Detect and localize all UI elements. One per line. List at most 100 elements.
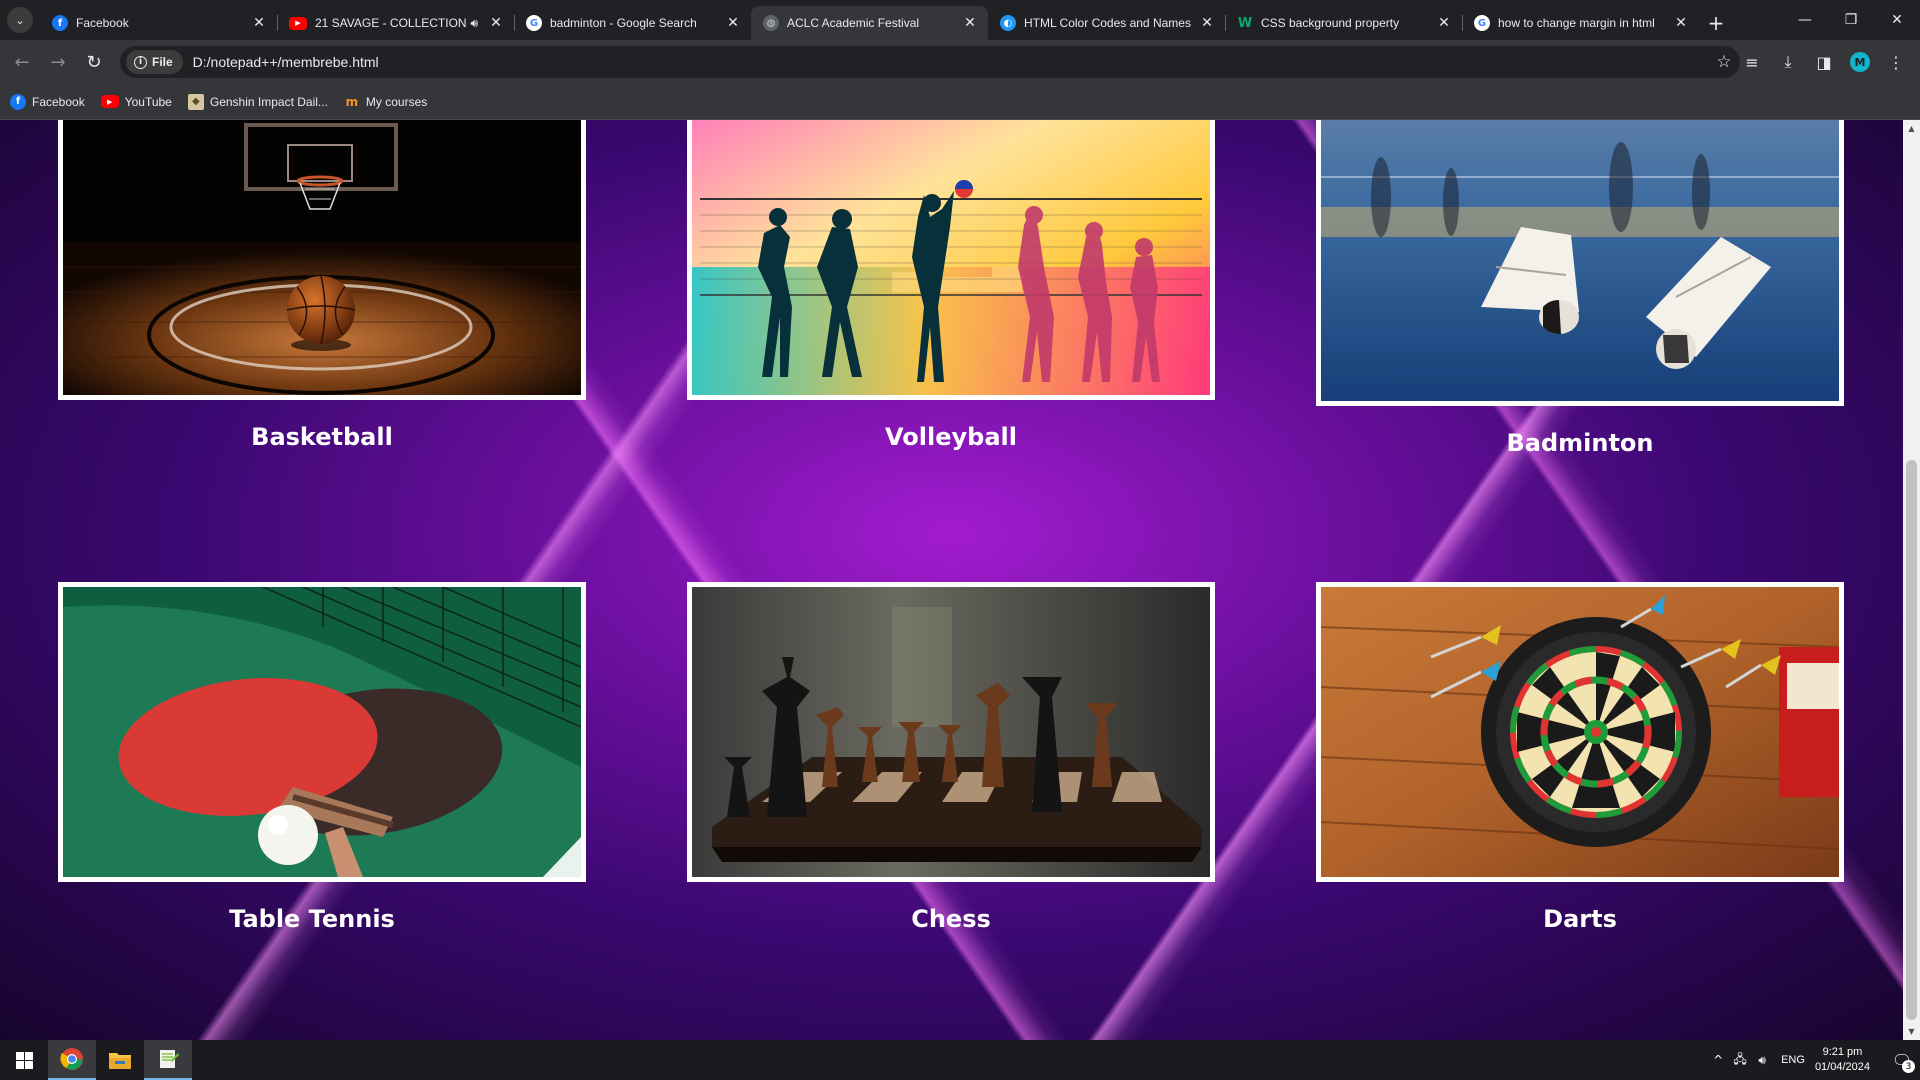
close-icon[interactable]: ✕ xyxy=(251,15,267,31)
close-icon[interactable]: ✕ xyxy=(1673,15,1689,31)
close-icon[interactable]: ✕ xyxy=(488,15,504,31)
speaker-icon[interactable]: 🔊︎ xyxy=(470,16,478,31)
network-icon[interactable]: 🖧︎ xyxy=(1729,1050,1751,1071)
clock-date: 01/04/2024 xyxy=(1814,1061,1870,1073)
back-button[interactable]: ← xyxy=(4,44,40,80)
sport-image-frame xyxy=(687,120,1215,400)
close-window-button[interactable]: ✕ xyxy=(1874,0,1920,40)
close-icon[interactable]: ✕ xyxy=(962,15,978,31)
media-controls-icon[interactable]: ≡ xyxy=(1734,44,1770,80)
html-colors-icon: ◐ xyxy=(1000,15,1016,31)
tab-title: CSS background property xyxy=(1261,16,1400,30)
bookmark-label: Genshin Impact Dail... xyxy=(209,94,328,109)
bookmark-youtube[interactable]: ▶ YouTube xyxy=(100,94,172,109)
notification-count: 3 xyxy=(1902,1060,1915,1073)
sport-name: Volleyball xyxy=(885,423,1017,451)
site-info-chip[interactable]: i File xyxy=(126,50,183,74)
tab-title: 21 SAVAGE - COLLECTION | xyxy=(315,16,471,30)
toolbar-actions: ≡ ⤓ ◨ M ⋮ xyxy=(1734,40,1920,84)
download-icon[interactable]: ⤓ xyxy=(1770,44,1806,80)
sport-name: Darts xyxy=(1543,905,1617,933)
scroll-up-arrow-icon[interactable]: ▲ xyxy=(1903,120,1920,137)
bookmark-my-courses[interactable]: m My courses xyxy=(344,94,428,110)
language-indicator[interactable]: ENG xyxy=(1781,1054,1805,1066)
sport-name: Badminton xyxy=(1506,429,1654,457)
avatar: M xyxy=(1850,52,1870,72)
tab-aclc-festival[interactable]: ◍ ACLC Academic Festival ✕ xyxy=(751,6,988,40)
minimize-button[interactable]: — xyxy=(1782,0,1828,40)
bookmark-label: My courses xyxy=(365,94,428,109)
tab-youtube[interactable]: ▶ 21 SAVAGE - COLLECTION | 🔊︎ ✕ xyxy=(277,6,514,40)
tab-google-margin[interactable]: G how to change margin in html ✕ xyxy=(1462,6,1699,40)
notification-center-button[interactable]: 🗨︎ 3 xyxy=(1884,1040,1920,1080)
bookmark-label: Facebook xyxy=(32,94,85,109)
side-panel-icon[interactable]: ◨ xyxy=(1806,44,1842,80)
bookmark-genshin[interactable]: ◆ Genshin Impact Dail... xyxy=(187,93,328,110)
forward-button[interactable]: → xyxy=(40,44,76,80)
tab-search-button[interactable]: ⌄ xyxy=(0,0,40,40)
volume-icon[interactable]: 🔊︎ xyxy=(1751,1053,1773,1068)
bookmark-label: YouTube xyxy=(124,94,172,109)
tabs: f Facebook ✕ ▶ 21 SAVAGE - COLLECTION | … xyxy=(40,6,1699,40)
chevron-down-icon: ⌄ xyxy=(7,7,33,33)
sport-image-frame xyxy=(687,582,1215,882)
sport-name: Basketball xyxy=(251,423,393,451)
clock[interactable]: 9:21 pm 01/04/2024 xyxy=(1815,1045,1870,1075)
close-icon[interactable]: ✕ xyxy=(1436,15,1452,31)
genshin-icon: ◆ xyxy=(187,93,204,110)
shuttlecocks-court-image xyxy=(1321,120,1839,401)
tab-css-background[interactable]: W CSS background property ✕ xyxy=(1225,6,1462,40)
tab-title: HTML Color Codes and Names xyxy=(1024,16,1191,30)
show-hidden-icons-chevron-icon[interactable]: ^ xyxy=(1707,1053,1729,1067)
menu-kebab-icon[interactable]: ⋮ xyxy=(1878,44,1914,80)
clock-time: 9:21 pm xyxy=(1822,1046,1863,1058)
scrollbar-thumb[interactable] xyxy=(1906,460,1917,1020)
tab-html-colors[interactable]: ◐ HTML Color Codes and Names ✕ xyxy=(988,6,1225,40)
sport-image-frame xyxy=(58,120,586,400)
start-button[interactable] xyxy=(0,1040,48,1080)
taskbar-notepad-plus-plus[interactable] xyxy=(144,1040,192,1080)
w3schools-icon: W xyxy=(1237,15,1253,31)
sport-card-table-tennis: Table Tennis xyxy=(58,582,586,934)
page-scrollbar[interactable]: ▲ ▼ xyxy=(1903,120,1920,1040)
window-controls: — ❐ ✕ xyxy=(1782,0,1920,40)
url-text[interactable]: D:/notepad++/membrebe.html xyxy=(193,54,1708,70)
tab-facebook[interactable]: f Facebook ✕ xyxy=(40,6,277,40)
taskbar-chrome[interactable] xyxy=(48,1040,96,1080)
taskbar-file-explorer[interactable] xyxy=(96,1040,144,1080)
restore-button[interactable]: ❐ xyxy=(1828,0,1874,40)
close-icon[interactable]: ✕ xyxy=(725,15,741,31)
windows-logo-icon xyxy=(15,1051,33,1069)
sport-image-frame xyxy=(1316,582,1844,882)
sport-card-chess: Chess xyxy=(687,582,1215,934)
chrome-icon xyxy=(60,1048,83,1070)
system-tray: ^ 🖧︎ 🔊︎ ENG 9:21 pm 01/04/2024 🗨︎ 3 xyxy=(1707,1040,1920,1080)
tab-strip: ⌄ f Facebook ✕ ▶ 21 SAVAGE - COLLECTION … xyxy=(0,0,1920,40)
globe-icon: ◍ xyxy=(763,15,779,31)
bookmarks-bar: f Facebook ▶ YouTube ◆ Genshin Impact Da… xyxy=(0,84,1920,120)
ping-pong-paddles-image xyxy=(63,587,581,877)
chess-pieces-image xyxy=(692,587,1210,877)
tab-google-badminton[interactable]: G badminton - Google Search ✕ xyxy=(514,6,751,40)
google-icon: G xyxy=(1474,15,1490,31)
site-info-label: File xyxy=(152,55,173,69)
reload-button[interactable]: ↻ xyxy=(76,44,112,80)
basketball-court-image xyxy=(63,120,581,395)
scroll-down-arrow-icon[interactable]: ▼ xyxy=(1903,1023,1920,1040)
sport-card-basketball: Basketball xyxy=(58,120,586,452)
browser-toolbar: ← → ↻ i File D:/notepad++/membrebe.html … xyxy=(0,40,1920,84)
facebook-icon: f xyxy=(10,93,26,110)
sport-card-badminton: Badminton xyxy=(1316,120,1844,458)
new-tab-button[interactable]: + xyxy=(1699,6,1733,40)
google-icon: G xyxy=(526,15,542,31)
address-bar[interactable]: i File D:/notepad++/membrebe.html ☆ xyxy=(120,46,1740,78)
sport-image-frame xyxy=(58,582,586,882)
tab-title: badminton - Google Search xyxy=(550,16,697,30)
profile-button[interactable]: M xyxy=(1842,44,1878,80)
volleyball-silhouettes-image xyxy=(692,120,1210,395)
sport-image-frame xyxy=(1316,120,1844,406)
tab-title: how to change margin in html xyxy=(1498,16,1655,30)
facebook-icon: f xyxy=(52,15,68,31)
bookmark-facebook[interactable]: f Facebook xyxy=(10,93,85,110)
close-icon[interactable]: ✕ xyxy=(1199,15,1215,31)
